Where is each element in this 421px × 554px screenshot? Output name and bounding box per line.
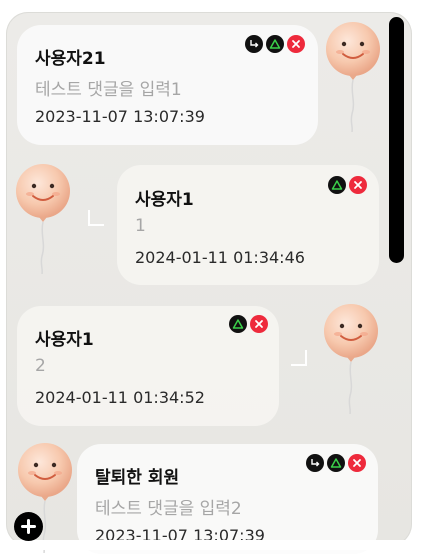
comment-content: 테스트 댓글을 입력2: [95, 499, 242, 519]
reply-indicator: [88, 210, 104, 226]
add-comment-button[interactable]: [14, 512, 43, 541]
comment-author: 탈퇴한 회원: [95, 468, 180, 488]
edit-icon[interactable]: [229, 315, 247, 333]
comment-author: 사용자1: [35, 330, 94, 350]
panel-bottom-edge: [0, 540, 421, 550]
comment-content: 2: [35, 356, 46, 376]
delete-icon[interactable]: [348, 454, 366, 472]
reply-icon[interactable]: [306, 454, 324, 472]
reply-indicator: [291, 350, 307, 366]
comment-actions: [328, 176, 367, 194]
reply-icon[interactable]: [245, 35, 263, 53]
comment-content: 테스트 댓글을 입력1: [35, 80, 182, 100]
comment-actions: [306, 454, 366, 472]
balloon-smiley-icon: [320, 304, 382, 414]
delete-icon[interactable]: [287, 35, 305, 53]
delete-icon[interactable]: [349, 176, 367, 194]
delete-icon[interactable]: [250, 315, 268, 333]
comment-timestamp: 2024-01-11 01:34:46: [135, 248, 305, 267]
comment-content: 1: [135, 216, 146, 236]
comment-actions: [245, 35, 305, 53]
edit-icon[interactable]: [328, 176, 346, 194]
edit-icon[interactable]: [327, 454, 345, 472]
comment-author: 사용자21: [35, 49, 106, 69]
comment-timestamp: 2024-01-11 01:34:52: [35, 388, 205, 407]
plus-icon: [21, 519, 36, 534]
comment-author: 사용자1: [135, 190, 194, 210]
balloon-smiley-icon: [322, 22, 384, 132]
edit-icon[interactable]: [266, 35, 284, 53]
comment-actions: [229, 315, 268, 333]
comment-timestamp: 2023-11-07 13:07:39: [35, 107, 205, 126]
balloon-smiley-icon: [12, 164, 74, 274]
scrollbar[interactable]: [389, 17, 404, 263]
